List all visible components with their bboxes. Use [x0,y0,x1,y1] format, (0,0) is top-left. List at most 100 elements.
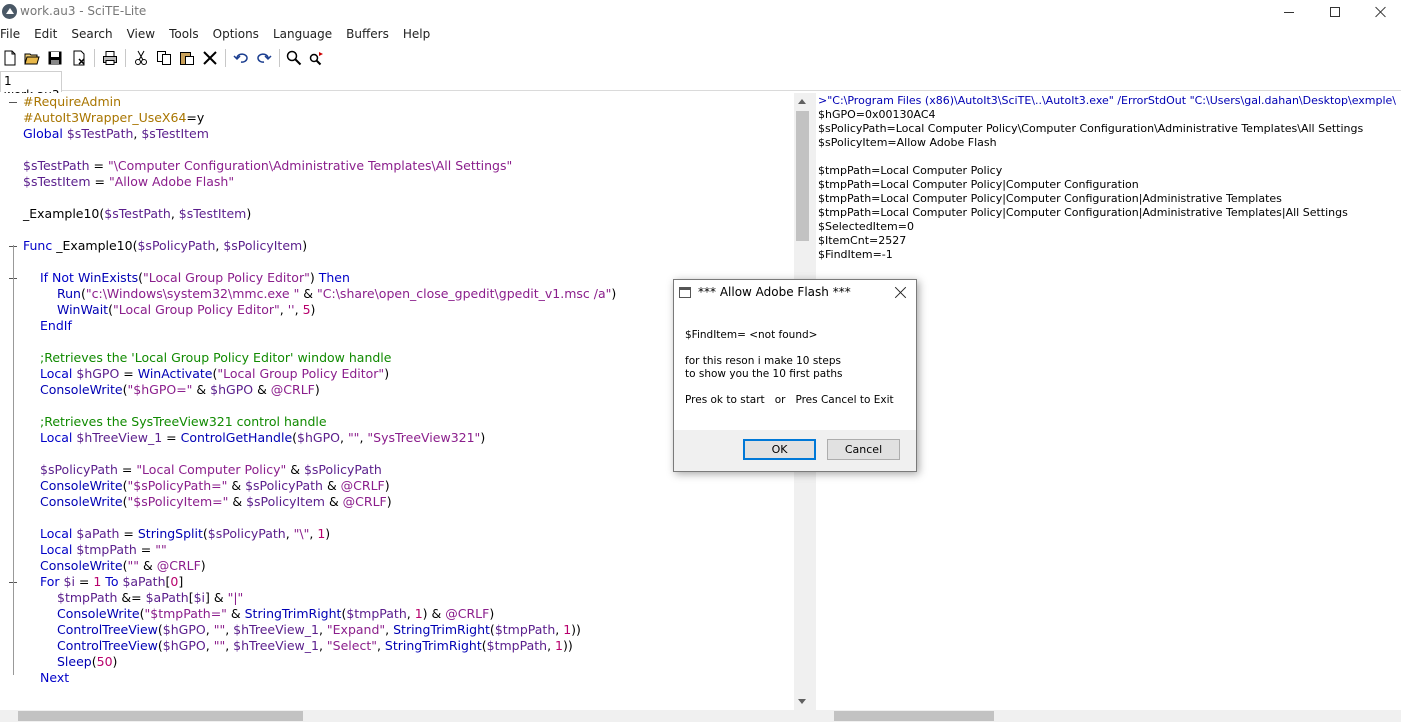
code-line[interactable]: $tmpPath &= $aPath[$i] & "|" [0,590,790,606]
code-line[interactable]: Local $tmpPath = "" [0,542,790,558]
close-file-icon[interactable] [71,50,87,66]
code-line[interactable]: ConsoleWrite("$sPolicyPath=" & $sPolicyP… [0,478,790,494]
code-line[interactable]: Func _Example10($sPolicyPath, $sPolicyIt… [0,238,790,254]
output-line: $sPolicyPath=Local Computer Policy\Compu… [818,122,1364,135]
code-line[interactable]: ConsoleWrite("$sPolicyItem=" & $sPolicyI… [0,494,790,510]
code-token: StringTrimRight [244,606,342,621]
code-token: "Allow Adobe Flash" [108,174,235,189]
scroll-up-arrow-icon[interactable] [798,99,806,104]
code-token: $tmpPath [346,606,407,621]
code-token: WinWait [57,302,109,317]
replace-icon[interactable] [309,50,325,66]
code-line[interactable]: ConsoleWrite("" & @CRLF) [0,558,790,574]
open-folder-icon[interactable] [24,50,40,66]
code-token: $sPolicyPath [207,526,286,541]
code-text: Run("c:\Windows\system32\mmc.exe " & "C:… [57,286,616,302]
redo-icon[interactable] [256,50,272,66]
code-line[interactable]: ;Retrieves the SysTreeView321 control ha… [0,414,790,430]
fold-marker-icon[interactable] [9,94,18,110]
save-icon[interactable] [47,50,63,66]
code-text: #RequireAdmin [23,94,121,110]
output-horizontal-scrollbar[interactable] [816,710,1401,722]
code-token: &= [117,590,146,605]
menu-options[interactable]: Options [213,26,259,44]
code-line[interactable]: #AutoIt3Wrapper_UseX64=y [0,110,790,126]
code-line[interactable]: Run("c:\Windows\system32\mmc.exe " & "C:… [0,286,790,302]
editor-hscroll-thumb[interactable] [18,711,303,721]
code-token: $tmpPath [486,638,548,653]
tab-work-au3[interactable]: 1 work.au3 [0,71,62,102]
new-file-icon[interactable] [2,50,18,66]
code-line[interactable]: WinWait("Local Group Policy Editor", '',… [0,302,790,318]
editor-horizontal-scrollbar[interactable] [0,710,811,722]
code-line[interactable]: For $i = 1 To $aPath[0] [0,574,790,590]
output-hscroll-thumb[interactable] [834,711,994,721]
code-token: $hTreeView_1 [233,622,319,637]
output-line: $tmpPath=Local Computer Policy|Computer … [818,206,1348,219]
editor-vscroll-thumb[interactable] [796,111,809,241]
code-token: _Example10 [56,238,133,253]
code-line[interactable]: $sTestItem = "Allow Adobe Flash" [0,174,790,190]
code-text: ConsoleWrite("$hGPO=" & $hGPO & @CRLF) [40,382,320,398]
code-line[interactable]: _Example10($sTestPath, $sTestItem) [0,206,790,222]
code-line[interactable]: ControlTreeView($hGPO, "", $hTreeView_1,… [0,638,790,654]
find-icon[interactable] [286,50,302,66]
cancel-button[interactable]: Cancel [827,439,900,460]
print-icon[interactable] [102,50,118,66]
code-token: , [318,622,327,637]
maximize-button[interactable] [1312,0,1358,24]
code-line[interactable]: #RequireAdmin [0,94,790,110]
menu-search[interactable]: Search [71,26,112,44]
code-token: "\Computer Configuration\Administrative … [107,158,513,173]
fold-guide [13,245,14,675]
code-line[interactable]: ;Retrieves the 'Local Group Policy Edito… [0,350,790,366]
code-line[interactable]: Global $sTestPath, $sTestItem [0,126,790,142]
code-line[interactable]: $sPolicyPath = "Local Computer Policy" &… [0,462,790,478]
code-line[interactable]: Sleep(50) [0,654,790,670]
delete-icon[interactable] [202,50,218,66]
ok-button[interactable]: OK [743,439,816,460]
scroll-down-arrow-icon[interactable] [798,699,806,704]
close-window-button[interactable] [1358,0,1401,24]
code-token: StringTrimRight [384,638,482,653]
cut-icon[interactable] [133,50,149,66]
code-token: '' [287,302,295,317]
menu-view[interactable]: View [127,26,155,44]
code-line[interactable]: ControlTreeView($hGPO, "", $hTreeView_1,… [0,622,790,638]
code-token: Func [23,238,57,253]
code-text: ConsoleWrite("$tmpPath=" & StringTrimRig… [57,606,494,622]
code-line[interactable]: EndIf [0,318,790,334]
paste-icon[interactable] [179,50,195,66]
code-line[interactable]: ConsoleWrite("$tmpPath=" & StringTrimRig… [0,606,790,622]
code-token: $aPath [122,574,166,589]
code-token: ControlTreeView [57,638,158,653]
code-token: $sTestItem [23,174,91,189]
code-line[interactable]: Local $hTreeView_1 = ControlGetHandle($h… [0,430,790,446]
code-token: ControlGetHandle [180,430,293,445]
code-line[interactable]: Local $hGPO = WinActivate("Local Group P… [0,366,790,382]
dialog-message-line: to show you the 10 first paths [685,368,843,380]
code-token: "Local Computer Policy" [136,462,287,477]
copy-icon[interactable] [156,50,172,66]
menu-tools[interactable]: Tools [169,26,199,44]
menu-edit[interactable]: Edit [34,26,57,44]
code-line[interactable]: ConsoleWrite("$hGPO=" & $hGPO & @CRLF) [0,382,790,398]
code-token: #AutoIt3Wrapper_UseX64 [23,110,187,125]
dialog-close-icon[interactable] [894,286,907,299]
code-line[interactable]: $sTestPath = "\Computer Configuration\Ad… [0,158,790,174]
code-line[interactable]: Next [0,670,790,686]
menu-help[interactable]: Help [403,26,430,44]
undo-icon[interactable] [233,50,249,66]
menu-language[interactable]: Language [273,26,332,44]
code-token: $hGPO [76,366,120,381]
menu-buffers[interactable]: Buffers [346,26,389,44]
minimize-button[interactable] [1266,0,1312,24]
toolbar-separator [94,49,95,67]
code-token: ) [489,606,495,621]
code-line[interactable]: Local $aPath = StringSplit($sPolicyPath,… [0,526,790,542]
code-line[interactable]: If Not WinExists("Local Group Policy Edi… [0,270,790,286]
menu-file[interactable]: File [0,26,20,44]
code-token: & [226,606,245,621]
message-dialog: *** Allow Adobe Flash *** $FindItem= <no… [673,279,917,472]
code-token: , [205,638,214,653]
